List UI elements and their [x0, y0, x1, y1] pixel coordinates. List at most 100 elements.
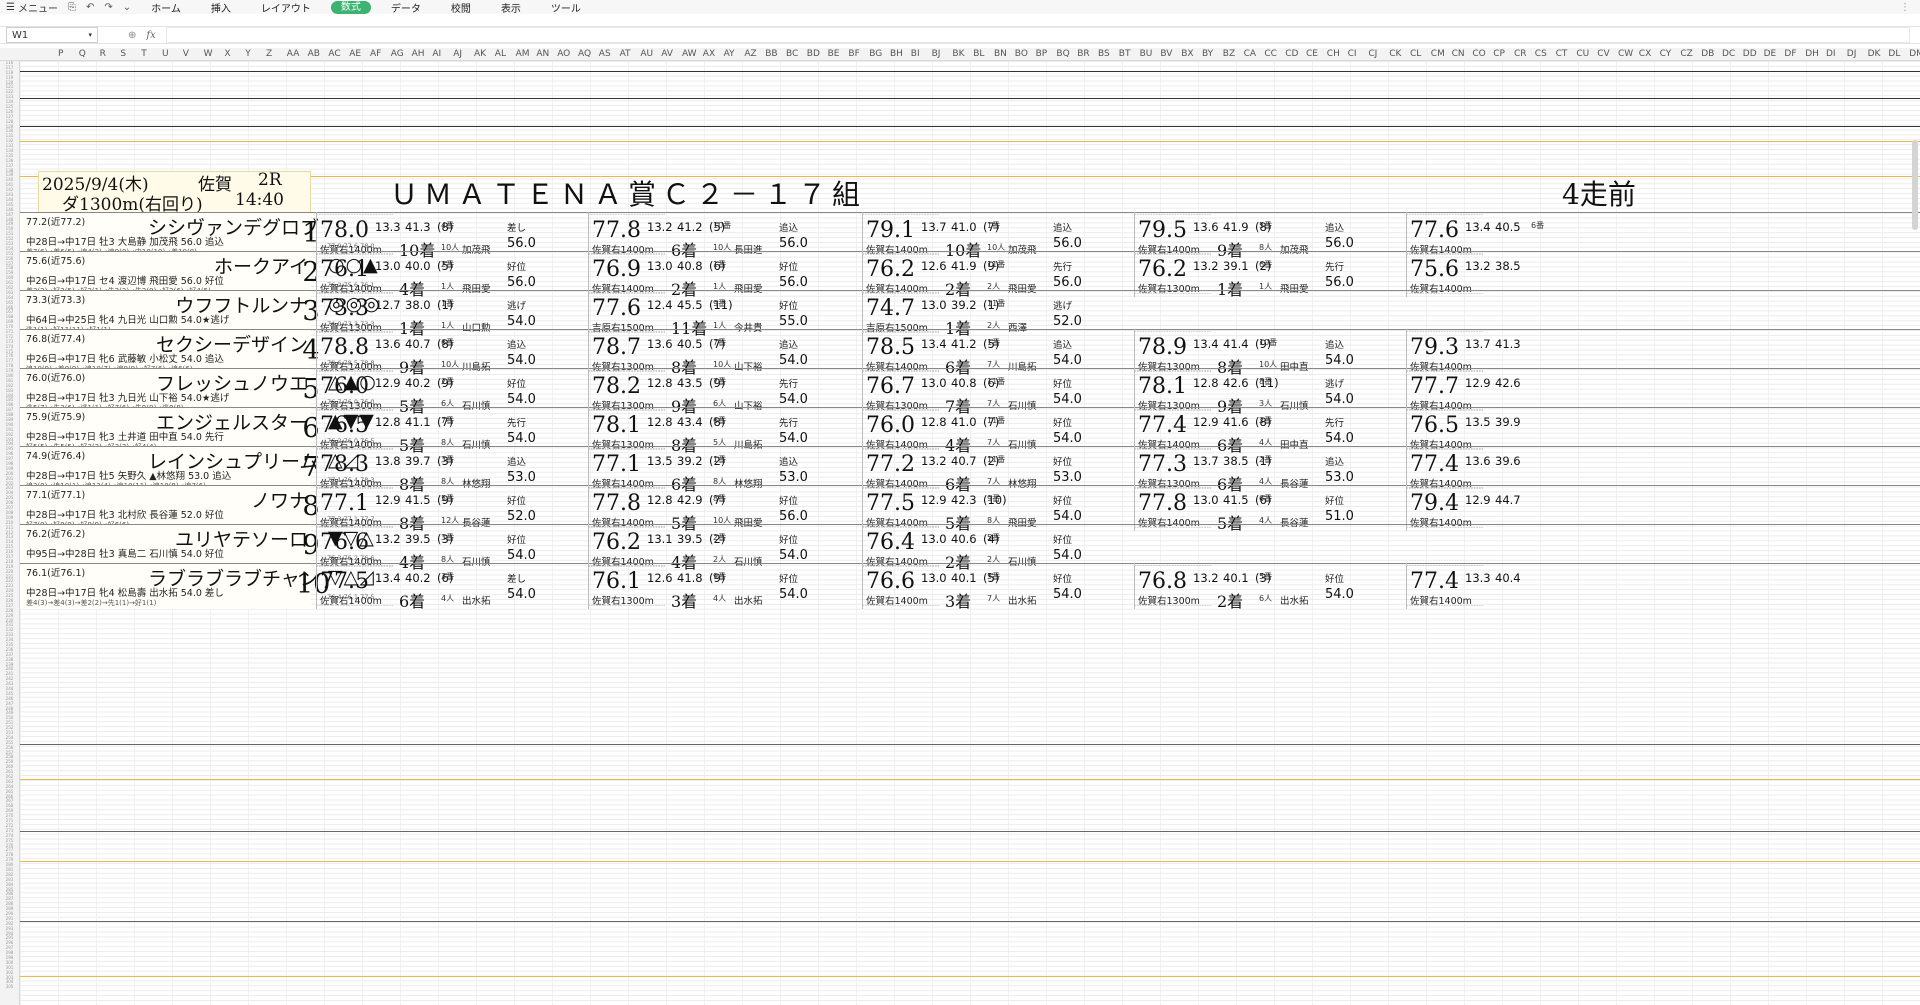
column-header[interactable]: AU: [640, 49, 653, 59]
column-header[interactable]: BO: [1015, 49, 1028, 59]
column-header[interactable]: AJ: [453, 49, 462, 59]
column-header[interactable]: AM: [516, 49, 530, 59]
zoom-icon[interactable]: ⊕: [128, 30, 136, 41]
column-header[interactable]: CC: [1264, 49, 1277, 59]
column-header[interactable]: DM: [1909, 49, 1920, 59]
column-header[interactable]: AH: [412, 49, 425, 59]
column-header[interactable]: BI: [911, 49, 920, 59]
column-header[interactable]: Z: [266, 49, 272, 59]
function-icon[interactable]: fx: [146, 30, 155, 41]
column-header[interactable]: CO: [1472, 49, 1485, 59]
column-header[interactable]: CA: [1244, 49, 1256, 59]
column-header[interactable]: V: [183, 49, 189, 59]
column-header[interactable]: BH: [890, 49, 903, 59]
name-box[interactable]: W1 ▾: [6, 27, 98, 43]
column-header[interactable]: BP: [1036, 49, 1048, 59]
column-header[interactable]: BT: [1119, 49, 1131, 59]
column-header[interactable]: CP: [1493, 49, 1505, 59]
past-run-cell[interactable]: ········································…: [1134, 563, 1406, 609]
column-header[interactable]: CM: [1431, 49, 1445, 59]
more-icon[interactable]: ⌄: [123, 2, 131, 13]
column-header[interactable]: AQ: [578, 49, 591, 59]
vertical-scrollbar[interactable]: [1912, 140, 1918, 230]
column-header[interactable]: P: [58, 49, 63, 59]
column-header[interactable]: BV: [1160, 49, 1172, 59]
column-header[interactable]: DC: [1722, 49, 1735, 59]
column-header[interactable]: BC: [786, 49, 798, 59]
column-header[interactable]: CK: [1389, 49, 1401, 59]
column-header[interactable]: DB: [1701, 49, 1714, 59]
column-header[interactable]: AE: [349, 49, 361, 59]
column-header[interactable]: DF: [1784, 49, 1796, 59]
column-header[interactable]: AO: [557, 49, 570, 59]
past-run-cell[interactable]: ········································…: [862, 563, 1134, 609]
column-header[interactable]: AN: [536, 49, 549, 59]
column-header[interactable]: T: [141, 49, 147, 59]
column-header[interactable]: CN: [1452, 49, 1465, 59]
column-header[interactable]: BZ: [1223, 49, 1235, 59]
column-header[interactable]: BK: [952, 49, 964, 59]
column-header[interactable]: S: [120, 49, 126, 59]
tab-view[interactable]: 表示: [491, 0, 531, 15]
past-run-cell[interactable]: ········································…: [588, 563, 860, 609]
column-header[interactable]: W: [204, 49, 213, 59]
column-header[interactable]: AT: [620, 49, 631, 59]
save-icon[interactable]: ⎘: [68, 2, 76, 13]
column-header[interactable]: CV: [1597, 49, 1609, 59]
column-header[interactable]: BN: [994, 49, 1007, 59]
tab-insert[interactable]: 挿入: [201, 0, 241, 15]
column-header[interactable]: AL: [495, 49, 506, 59]
column-header[interactable]: BR: [1077, 49, 1089, 59]
column-header[interactable]: CH: [1327, 49, 1340, 59]
row-header[interactable]: 305: [0, 984, 19, 990]
tab-data[interactable]: データ: [381, 0, 431, 15]
sheet-grid[interactable]: 2025/9/4(木) 佐賀 2R ダ1300m(右回り) 14:40 ＵＭＡＴ…: [20, 61, 1920, 1005]
column-header[interactable]: R: [100, 49, 106, 59]
column-header[interactable]: DJ: [1847, 49, 1857, 59]
column-header[interactable]: AZ: [744, 49, 756, 59]
column-header[interactable]: AB: [308, 49, 320, 59]
column-header[interactable]: CZ: [1680, 49, 1692, 59]
column-header[interactable]: CE: [1306, 49, 1318, 59]
column-header[interactable]: AK: [474, 49, 486, 59]
past-run-cell[interactable]: ········································…: [1406, 563, 1678, 609]
column-header[interactable]: DE: [1764, 49, 1777, 59]
column-header[interactable]: BX: [1181, 49, 1193, 59]
column-header[interactable]: DH: [1805, 49, 1819, 59]
column-header[interactable]: DK: [1868, 49, 1881, 59]
column-header[interactable]: AY: [724, 49, 735, 59]
column-header[interactable]: U: [162, 49, 169, 59]
column-header[interactable]: AX: [703, 49, 715, 59]
column-header[interactable]: Q: [79, 49, 86, 59]
column-header[interactable]: CU: [1576, 49, 1589, 59]
tab-tools[interactable]: ツール: [541, 0, 591, 15]
column-header[interactable]: AI: [432, 49, 441, 59]
column-header[interactable]: BG: [869, 49, 882, 59]
column-header[interactable]: BQ: [1056, 49, 1069, 59]
column-header[interactable]: BJ: [932, 49, 941, 59]
column-header[interactable]: CX: [1639, 49, 1651, 59]
column-header[interactable]: BE: [828, 49, 840, 59]
column-header[interactable]: CI: [1348, 49, 1357, 59]
column-header[interactable]: AW: [682, 49, 697, 59]
tab-layout[interactable]: レイアウト: [251, 0, 321, 15]
past-run-cell[interactable]: ········································…: [316, 563, 588, 609]
column-header[interactable]: BF: [848, 49, 859, 59]
column-header[interactable]: BY: [1202, 49, 1213, 59]
column-header[interactable]: CJ: [1368, 49, 1377, 59]
column-header[interactable]: CY: [1660, 49, 1672, 59]
column-header[interactable]: DL: [1888, 49, 1900, 59]
column-header[interactable]: AV: [661, 49, 673, 59]
column-header[interactable]: BB: [765, 49, 777, 59]
formula-input[interactable]: [165, 27, 1910, 43]
menu-button[interactable]: ☰ メニュー: [6, 0, 58, 15]
column-header[interactable]: Y: [245, 49, 251, 59]
column-header[interactable]: CD: [1285, 49, 1298, 59]
tab-home[interactable]: ホーム: [141, 0, 191, 15]
redo-icon[interactable]: ↷: [104, 2, 112, 13]
column-header[interactable]: AA: [287, 49, 300, 59]
column-header[interactable]: AC: [328, 49, 340, 59]
more-options-icon[interactable]: ⋮: [1900, 2, 1920, 13]
column-header[interactable]: BS: [1098, 49, 1110, 59]
undo-icon[interactable]: ↶: [86, 2, 94, 13]
